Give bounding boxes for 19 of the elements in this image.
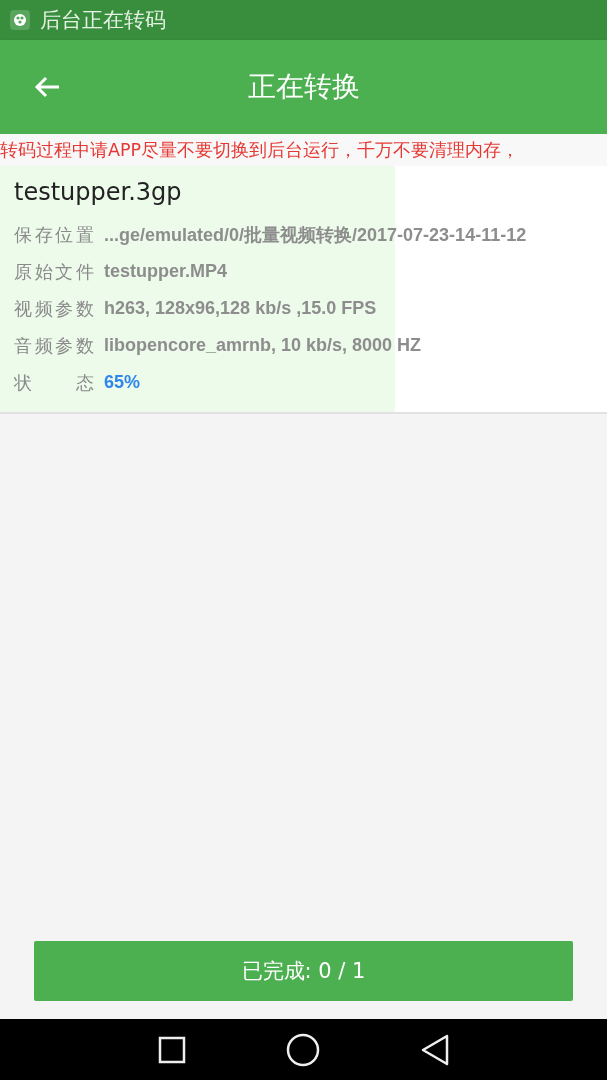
page-title: 正在转换 <box>247 69 360 105</box>
field-value: libopencore_amrnb, 10 kb/s, 8000 HZ <box>104 335 422 356</box>
warning-text: 转码过程中请APP尽量不要切换到后台运行，千万不要清理内存， <box>0 139 520 162</box>
status-value: 65% <box>104 372 141 393</box>
app-icon <box>10 10 30 30</box>
notification-text: 后台正在转码 <box>40 7 166 34</box>
field-label: 状态 <box>14 370 94 395</box>
home-button[interactable] <box>285 1032 320 1067</box>
back-nav-button[interactable] <box>419 1033 450 1066</box>
field-label: 原始文件 <box>14 259 94 284</box>
completed-button[interactable]: 已完成: 0 / 1 <box>34 941 573 1001</box>
file-name: testupper.3gp <box>14 178 183 206</box>
field-label: 保存位置 <box>14 222 94 247</box>
field-value: ...ge/emulated/0/批量视频转换/2017-07-23-14-11-12 <box>104 223 527 247</box>
field-value: testupper.MP4 <box>104 261 228 282</box>
field-value: h263, 128x96,128 kb/s ,15.0 FPS <box>104 298 377 319</box>
field-label: 音频参数 <box>14 333 94 358</box>
field-label: 视频参数 <box>14 296 94 321</box>
recents-button[interactable] <box>157 1035 186 1064</box>
